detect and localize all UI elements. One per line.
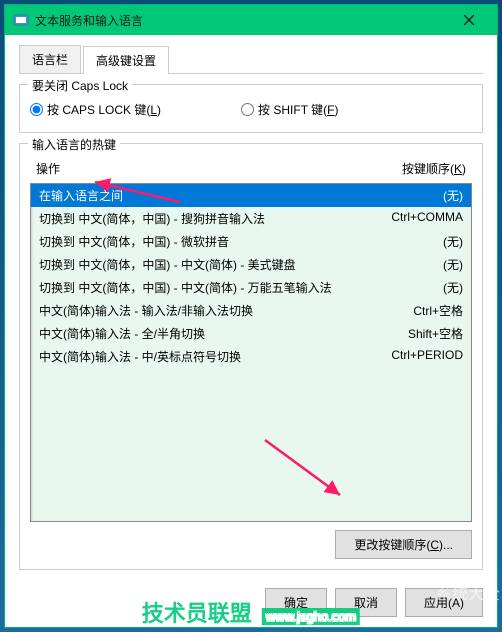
hotkey-sequence: (无) [443, 233, 463, 250]
hotkey-row[interactable]: 中文(简体)输入法 - 全/半角切换Shift+空格 [31, 322, 471, 345]
hotkey-action: 切换到 中文(简体，中国) - 中文(简体) - 美式键盘 [39, 256, 443, 273]
hotkey-legend: 输入语言的热键 [28, 136, 120, 153]
hotkey-row[interactable]: 切换到 中文(简体，中国) - 微软拼音(无) [31, 230, 471, 253]
hotkey-row[interactable]: 切换到 中文(简体，中国) - 搜狗拼音输入法Ctrl+COMMA [31, 207, 471, 230]
hotkey-action: 中文(简体)输入法 - 全/半角切换 [39, 325, 408, 342]
capslock-radios: 按 CAPS LOCK 键(L) 按 SHIFT 键(F) [30, 97, 472, 122]
hotkey-sequence: (无) [443, 187, 463, 204]
col-sequence: 按键顺序(K) [402, 160, 466, 177]
hotkey-sequence: (无) [443, 256, 463, 273]
hotkey-row[interactable]: 中文(简体)输入法 - 中/英标点符号切换Ctrl+PERIOD [31, 345, 471, 368]
radio-shift[interactable]: 按 SHIFT 键(F) [241, 101, 338, 118]
radio-capslock-label: 按 CAPS LOCK 键(L) [47, 101, 161, 118]
tab-language-bar[interactable]: 语言栏 [19, 45, 81, 73]
hotkey-row[interactable]: 切换到 中文(简体，中国) - 中文(简体) - 美式键盘(无) [31, 253, 471, 276]
side-text: 系统大全 [436, 580, 500, 604]
hotkey-sequence: (无) [443, 279, 463, 296]
window-title: 文本服务和输入语言 [35, 12, 449, 29]
capslock-legend: 要关闭 Caps Lock [28, 77, 132, 94]
hotkey-sequence: Ctrl+PERIOD [391, 348, 463, 365]
hotkey-action: 切换到 中文(简体，中国) - 搜狗拼音输入法 [39, 210, 391, 227]
client-area: 语言栏 高级键设置 要关闭 Caps Lock 按 CAPS LOCK 键(L)… [5, 35, 497, 627]
tab-advanced-keys[interactable]: 高级键设置 [83, 46, 169, 74]
watermark-text: 技术员联盟 [142, 601, 252, 626]
hotkey-sequence: Shift+空格 [408, 325, 463, 342]
hotkey-list[interactable]: 在输入语言之间(无)切换到 中文(简体，中国) - 搜狗拼音输入法Ctrl+CO… [30, 183, 472, 522]
radio-capslock[interactable]: 按 CAPS LOCK 键(L) [30, 101, 161, 118]
hotkey-row[interactable]: 在输入语言之间(无) [31, 184, 471, 207]
col-action: 操作 [36, 160, 60, 177]
watermark: 技术员联盟 www.jsgho.com [142, 596, 360, 628]
hotkey-group: 输入语言的热键 操作 按键顺序(K) 在输入语言之间(无)切换到 中文(简体，中… [19, 143, 483, 570]
hotkey-sequence: Ctrl+空格 [413, 302, 463, 319]
hotkey-row[interactable]: 中文(简体)输入法 - 输入法/非输入法切换Ctrl+空格 [31, 299, 471, 322]
radio-capslock-input[interactable] [30, 103, 43, 116]
app-icon [13, 12, 29, 28]
hotkey-action: 中文(简体)输入法 - 输入法/非输入法切换 [39, 302, 413, 319]
capslock-group: 要关闭 Caps Lock 按 CAPS LOCK 键(L) 按 SHIFT 键… [19, 84, 483, 133]
hotkey-action: 切换到 中文(简体，中国) - 微软拼音 [39, 233, 443, 250]
radio-shift-input[interactable] [241, 103, 254, 116]
watermark-url: www.jsgho.com [262, 608, 360, 625]
dialog-window: 文本服务和输入语言 语言栏 高级键设置 要关闭 Caps Lock 按 CAPS… [4, 4, 498, 628]
close-button[interactable] [449, 5, 489, 35]
titlebar: 文本服务和输入语言 [5, 5, 497, 35]
hotkey-action: 中文(简体)输入法 - 中/英标点符号切换 [39, 348, 391, 365]
radio-shift-label: 按 SHIFT 键(F) [258, 101, 338, 118]
change-button-row: 更改按键顺序(C)... [30, 522, 472, 559]
hotkey-sequence: Ctrl+COMMA [391, 210, 463, 227]
change-sequence-button[interactable]: 更改按键顺序(C)... [335, 530, 472, 559]
hotkey-row[interactable]: 切换到 中文(简体，中国) - 中文(简体) - 万能五笔输入法(无) [31, 276, 471, 299]
tab-strip: 语言栏 高级键设置 [19, 45, 483, 74]
hotkey-action: 在输入语言之间 [39, 187, 443, 204]
hotkey-header: 操作 按键顺序(K) [30, 156, 472, 183]
hotkey-action: 切换到 中文(简体，中国) - 中文(简体) - 万能五笔输入法 [39, 279, 443, 296]
